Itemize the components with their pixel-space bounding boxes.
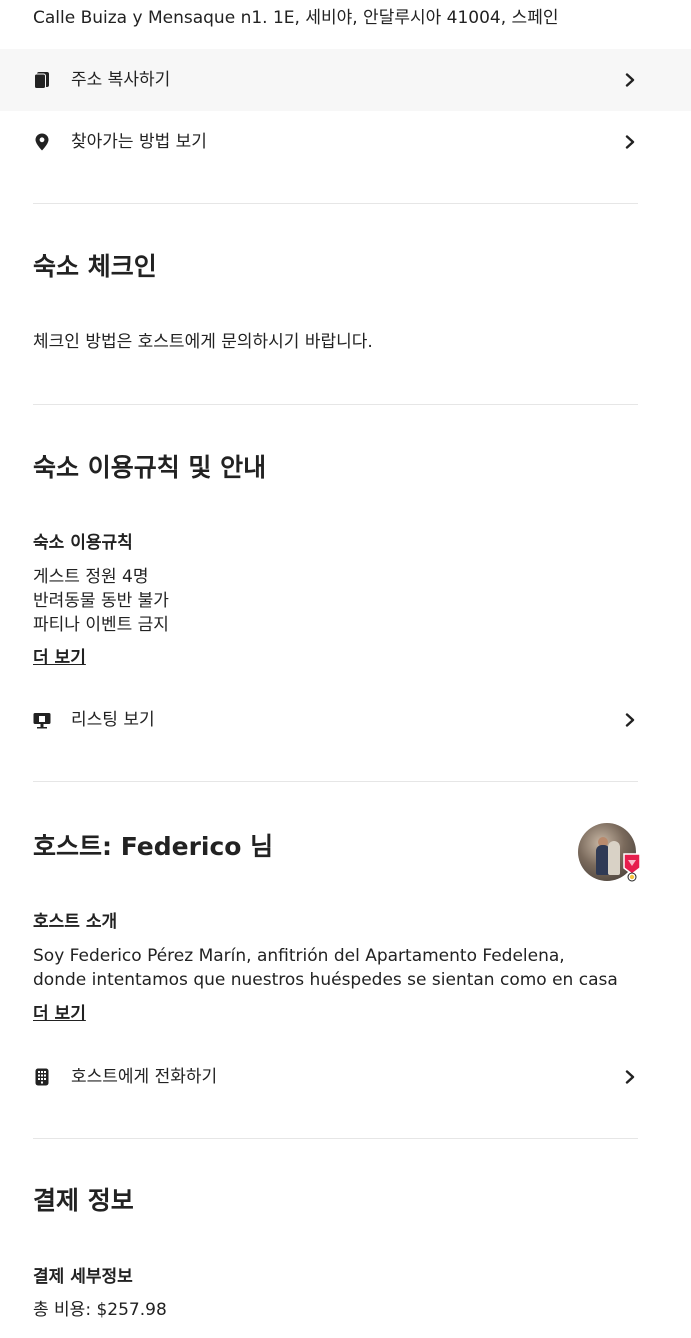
view-listing-row[interactable]: 리스팅 보기: [0, 689, 691, 751]
chevron-right-icon: [622, 712, 638, 728]
host-title: 호스트: Federico 님: [33, 832, 274, 861]
payment-total: 총 비용: $257.98: [33, 1300, 167, 1320]
chevron-right-icon: [622, 72, 638, 88]
copy-address-row[interactable]: 주소 복사하기: [0, 49, 691, 111]
divider: [33, 1138, 638, 1139]
copy-icon: [33, 71, 51, 89]
divider: [33, 203, 638, 204]
host-about-line: Soy Federico Pérez Marín, anfitrión del …: [33, 946, 565, 966]
rule-item: 게스트 정원 4명: [33, 567, 149, 587]
map-pin-icon: [33, 133, 51, 151]
copy-address-label: 주소 복사하기: [71, 70, 171, 90]
phone-icon: [33, 1068, 51, 1086]
rule-item: 반려동물 동반 불가: [33, 591, 169, 611]
directions-row[interactable]: 찾아가는 방법 보기: [0, 111, 691, 173]
divider: [33, 781, 638, 782]
chevron-right-icon: [622, 1069, 638, 1085]
host-about-title: 호스트 소개: [33, 912, 118, 932]
view-listing-label: 리스팅 보기: [71, 710, 155, 730]
superhost-badge-icon: [622, 852, 642, 882]
rules-title: 숙소 이용규칙 및 안내: [33, 453, 267, 482]
rules-subtitle: 숙소 이용규칙: [33, 533, 133, 553]
checkin-title: 숙소 체크인: [33, 252, 157, 281]
call-host-label: 호스트에게 전화하기: [71, 1067, 218, 1087]
call-host-row[interactable]: 호스트에게 전화하기: [0, 1046, 691, 1108]
host-more-link[interactable]: 더 보기: [33, 1003, 86, 1025]
chevron-right-icon: [622, 134, 638, 150]
host-about-line: donde intentamos que nuestros huéspedes …: [33, 970, 618, 990]
directions-label: 찾아가는 방법 보기: [71, 132, 207, 152]
rule-item: 파티나 이벤트 금지: [33, 615, 169, 635]
rules-more-link[interactable]: 더 보기: [33, 647, 86, 669]
divider: [33, 404, 638, 405]
payment-title: 결제 정보: [33, 1186, 134, 1215]
checkin-text: 체크인 방법은 호스트에게 문의하시기 바랍니다.: [33, 332, 373, 352]
payment-subtitle: 결제 세부정보: [33, 1267, 133, 1287]
listing-icon: [33, 711, 51, 729]
address-text: Calle Buiza y Mensaque n1. 1E, 세비야, 안달루시…: [33, 8, 559, 28]
